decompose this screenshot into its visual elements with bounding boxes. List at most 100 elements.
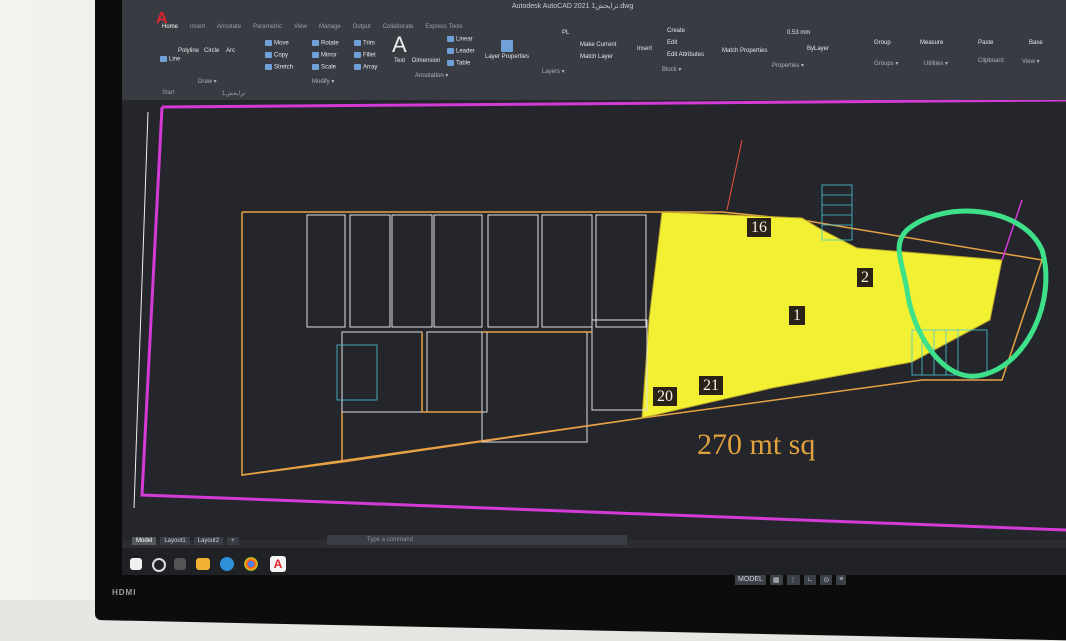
tab-view[interactable]: View bbox=[294, 24, 307, 30]
arc-button[interactable]: Arc bbox=[226, 48, 235, 54]
copy-button[interactable]: Copy bbox=[265, 52, 288, 59]
leader-icon bbox=[447, 48, 454, 54]
settings-icon[interactable]: ≡ bbox=[836, 575, 847, 585]
windows-start-icon[interactable] bbox=[130, 558, 142, 570]
table-button[interactable]: Table bbox=[447, 60, 470, 67]
match-properties-button[interactable]: Match Properties bbox=[722, 48, 767, 54]
unit-label-1: 1 bbox=[789, 306, 805, 325]
fillet-label: Fillet bbox=[363, 52, 376, 59]
rotate-button[interactable]: Rotate bbox=[312, 40, 339, 47]
scale-button[interactable]: Scale bbox=[312, 64, 336, 71]
make-current-button[interactable]: Make Current bbox=[580, 42, 616, 48]
unit-label-20: 20 bbox=[653, 387, 677, 406]
layout-tab-layout2[interactable]: Layout2 bbox=[193, 537, 224, 545]
ribbon-tabs: Home Insert Annotate Parametric View Man… bbox=[162, 24, 463, 30]
mirror-button[interactable]: Mirror bbox=[312, 52, 337, 59]
edge-icon[interactable] bbox=[220, 557, 234, 571]
scale-icon bbox=[312, 64, 319, 70]
tab-express-tools[interactable]: Express Tools bbox=[425, 24, 462, 30]
trim-label: Trim bbox=[363, 40, 375, 47]
file-tab[interactable]: ترايحش1 bbox=[222, 90, 245, 97]
text-icon[interactable]: A bbox=[392, 32, 407, 58]
circle-button[interactable]: Circle bbox=[204, 48, 219, 54]
layout-tab-layout1[interactable]: Layout1 bbox=[160, 537, 190, 545]
view-panel-label[interactable]: View ▾ bbox=[1022, 58, 1040, 65]
text-label[interactable]: Text bbox=[394, 58, 405, 64]
line-label: Line bbox=[169, 56, 181, 63]
edit-attributes-button[interactable]: Edit Attributes bbox=[667, 52, 704, 58]
create-block-button[interactable]: Create bbox=[667, 28, 685, 34]
edit-block-button[interactable]: Edit bbox=[667, 40, 677, 46]
modify-panel-label[interactable]: Modify ▾ bbox=[312, 78, 334, 85]
utilities-panel-label[interactable]: Utilities ▾ bbox=[924, 60, 948, 67]
tab-insert[interactable]: Insert bbox=[190, 24, 205, 30]
properties-panel-label[interactable]: Properties ▾ bbox=[772, 62, 804, 69]
array-button[interactable]: Array bbox=[354, 64, 377, 71]
command-input[interactable]: Type a command bbox=[327, 535, 627, 545]
trim-icon bbox=[354, 40, 361, 46]
diagonal-wall bbox=[241, 417, 643, 476]
tab-output[interactable]: Output bbox=[353, 24, 371, 30]
stretch-icon bbox=[265, 64, 272, 70]
lineweight-select[interactable]: 0.53 mm bbox=[787, 30, 810, 36]
linear-button[interactable]: Linear bbox=[447, 36, 473, 43]
base-view-button[interactable]: Base bbox=[1029, 40, 1043, 46]
layer-properties-icon bbox=[501, 40, 514, 52]
unit-label-16: 16 bbox=[747, 218, 771, 237]
line-button[interactable]: Line bbox=[160, 56, 180, 63]
layers-panel-label[interactable]: Layers ▾ bbox=[542, 68, 565, 75]
insert-button[interactable]: Insert bbox=[637, 46, 652, 52]
annotation-panel-label[interactable]: Annotation ▾ bbox=[415, 72, 448, 79]
measure-button[interactable]: Measure bbox=[920, 40, 943, 46]
paste-button[interactable]: Paste bbox=[978, 40, 993, 46]
autocad-window: A Autodesk AutoCAD 2021 ترايحش1.dwg Home… bbox=[122, 0, 1066, 575]
linear-label: Linear bbox=[456, 36, 473, 43]
tab-annotate[interactable]: Annotate bbox=[217, 24, 241, 30]
move-label: Move bbox=[274, 40, 289, 47]
grid-icon[interactable]: ▦ bbox=[769, 575, 783, 585]
current-layer-select[interactable]: PL bbox=[562, 30, 569, 36]
fillet-button[interactable]: Fillet bbox=[354, 52, 376, 59]
groups-panel-label[interactable]: Groups ▾ bbox=[874, 60, 898, 67]
add-layout-button[interactable]: + bbox=[227, 537, 239, 545]
layout-tab-model[interactable]: Model bbox=[132, 537, 157, 545]
model-space-toggle[interactable]: MODEL bbox=[735, 575, 766, 585]
shop-grid bbox=[306, 214, 648, 443]
circle-label: Circle bbox=[204, 48, 220, 54]
layer-properties-button[interactable]: Layer Properties bbox=[485, 40, 529, 60]
bylayer-select[interactable]: ByLayer bbox=[807, 46, 829, 52]
task-view-icon[interactable] bbox=[174, 558, 186, 570]
red-guide-line bbox=[726, 139, 743, 211]
clipboard-panel-label[interactable]: Clipboard bbox=[978, 58, 1004, 64]
search-icon[interactable] bbox=[152, 558, 166, 572]
table-label: Table bbox=[456, 60, 471, 67]
trim-button[interactable]: Trim bbox=[354, 40, 375, 47]
tab-collaborate[interactable]: Collaborate bbox=[383, 24, 414, 30]
start-tab[interactable]: Start bbox=[162, 90, 175, 96]
frame-top-line bbox=[161, 100, 1066, 109]
dimension-button[interactable]: Dimension bbox=[412, 58, 440, 64]
windows-taskbar: A bbox=[122, 548, 1066, 575]
chrome-icon[interactable] bbox=[244, 557, 258, 571]
ribbon: A Autodesk AutoCAD 2021 ترايحش1.dwg Home… bbox=[122, 0, 1066, 100]
ortho-icon[interactable]: ∟ bbox=[803, 575, 817, 585]
block-panel-label[interactable]: Block ▾ bbox=[662, 66, 681, 73]
match-layer-button[interactable]: Match Layer bbox=[580, 54, 613, 60]
tab-manage[interactable]: Manage bbox=[319, 24, 341, 30]
snap-icon[interactable]: ⋮ bbox=[786, 575, 800, 585]
polyline-button[interactable]: Polyline bbox=[178, 48, 199, 54]
drawing-canvas[interactable]: 16 2 1 20 21 bbox=[122, 100, 1066, 540]
tab-parametric[interactable]: Parametric bbox=[253, 24, 282, 30]
floor-plan bbox=[133, 100, 1066, 532]
scale-label: Scale bbox=[321, 64, 337, 71]
leader-button[interactable]: Leader bbox=[447, 48, 475, 55]
draw-panel-label[interactable]: Draw ▾ bbox=[198, 78, 217, 85]
autocad-taskbar-icon[interactable]: A bbox=[270, 556, 286, 572]
move-button[interactable]: Move bbox=[265, 40, 289, 47]
copy-icon bbox=[265, 52, 272, 58]
stretch-button[interactable]: Stretch bbox=[265, 64, 293, 71]
polar-icon[interactable]: ⊙ bbox=[820, 575, 833, 585]
tab-home[interactable]: Home bbox=[162, 24, 178, 30]
group-button[interactable]: Group bbox=[874, 40, 891, 46]
file-explorer-icon[interactable] bbox=[196, 558, 210, 570]
